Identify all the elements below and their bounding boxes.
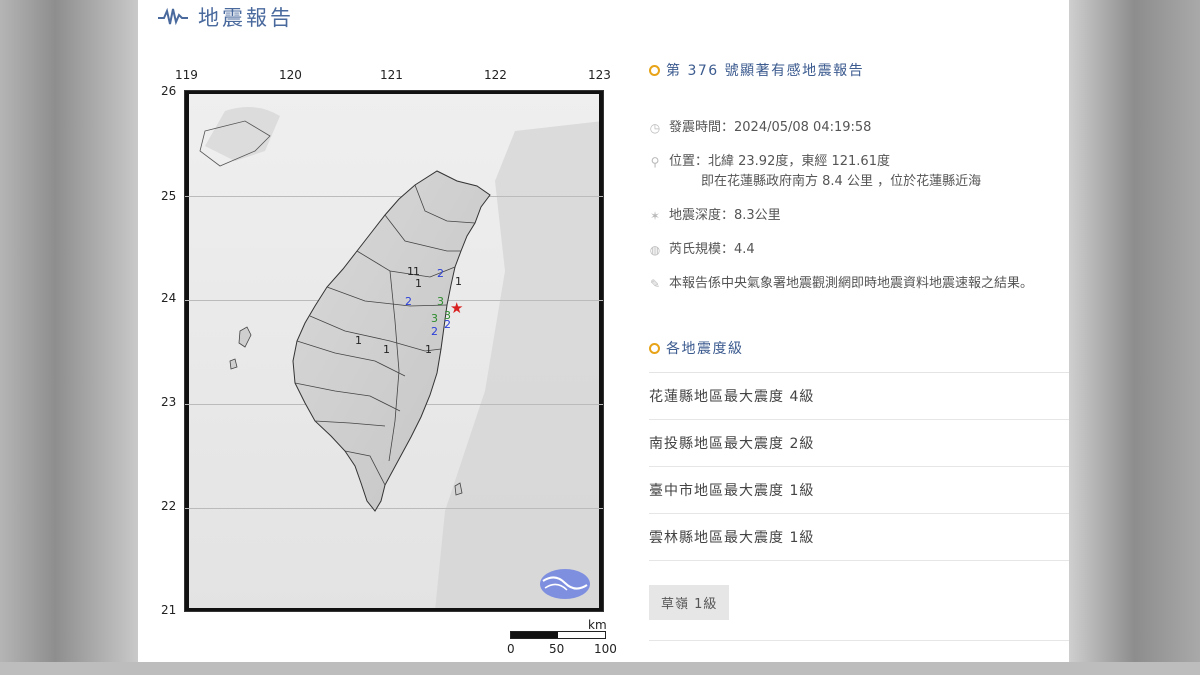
intensity-mark: 1 bbox=[355, 334, 362, 347]
background-left bbox=[0, 0, 138, 675]
star-icon: ✶ bbox=[649, 209, 661, 223]
pencil-icon: ✎ bbox=[649, 277, 661, 291]
intensity-row[interactable]: 臺中市地區最大震度 1級 bbox=[649, 467, 1069, 514]
intensity-mark: 1 bbox=[415, 277, 422, 290]
location-line-1: 位置：北緯 23.92度，東經 121.61度 bbox=[669, 154, 890, 169]
scale-tick-0: 0 bbox=[507, 642, 515, 656]
scale-tick-50: 50 bbox=[549, 642, 565, 656]
lat-label-22: 22 bbox=[161, 499, 177, 513]
lon-label-119: 119 bbox=[175, 68, 198, 82]
lon-label-122: 122 bbox=[484, 68, 507, 82]
lon-label-123: 123 bbox=[588, 68, 611, 82]
intensity-mark: 1 bbox=[455, 275, 462, 288]
gauge-icon: ◍ bbox=[649, 243, 661, 257]
location-pin-icon: ⚲ bbox=[650, 155, 660, 169]
intensity-mark: 2 bbox=[431, 325, 438, 338]
station-chip[interactable]: 草嶺 1級 bbox=[649, 585, 730, 620]
earthquake-map: 119 120 121 122 123 26 25 24 23 22 21 1 … bbox=[158, 68, 628, 658]
lat-label-25: 25 bbox=[161, 189, 177, 203]
info-depth: ✶ 地震深度：8.3公里 bbox=[649, 208, 781, 223]
page-title-text: 地震報告 bbox=[198, 6, 294, 30]
info-time: ◷ 發震時間：2024/05/08 04:19:58 bbox=[649, 120, 872, 135]
bullet-dot-icon bbox=[649, 342, 660, 354]
info-note: ✎ 本報告係中央氣象署地震觀測網即時地震資料地震速報之結果。 bbox=[649, 276, 1034, 291]
page-title: 地震報告 bbox=[158, 2, 294, 32]
info-location: ⚲ 位置：北緯 23.92度，東經 121.61度 即在花蓮縣政府南方 8.4 … bbox=[649, 152, 1069, 192]
background-bottom bbox=[0, 662, 1200, 675]
intensity-mark: 1 bbox=[425, 343, 432, 356]
scale-tick-100: 100 bbox=[594, 642, 617, 656]
lat-label-24: 24 bbox=[161, 291, 177, 305]
scale-unit: km bbox=[588, 618, 607, 632]
bullet-dot-icon bbox=[649, 64, 660, 76]
location-line-2: 即在花蓮縣政府南方 8.4 公里 ，位於花蓮縣近海 bbox=[701, 174, 982, 189]
lon-label-121: 121 bbox=[380, 68, 403, 82]
clock-icon: ◷ bbox=[649, 121, 661, 135]
intensity-section-title: 各地震度級 bbox=[649, 338, 1069, 373]
taiwan-map: 1 1 2 1 1 2 3 3 3 2 2 1 1 1 ★ bbox=[185, 91, 603, 611]
lon-label-120: 120 bbox=[279, 68, 302, 82]
intensity-row[interactable]: 南投縣地區最大震度 2級 bbox=[649, 420, 1069, 467]
scale-bar bbox=[510, 631, 606, 639]
intensity-mark: 3 bbox=[437, 295, 444, 308]
info-list: ◷ 發震時間：2024/05/08 04:19:58 ⚲ 位置：北緯 23.92… bbox=[649, 118, 1069, 294]
map-frame: 1 1 2 1 1 2 3 3 3 2 2 1 1 1 ★ bbox=[184, 90, 604, 612]
station-chip-area: 草嶺 1級 bbox=[649, 561, 1069, 641]
intensity-row[interactable]: 花蓮縣地區最大震度 4級 bbox=[649, 373, 1069, 420]
report-details: 第 376 號顯著有感地震報告 ◷ 發震時間：2024/05/08 04:19:… bbox=[649, 60, 1069, 641]
cwa-logo-icon bbox=[540, 569, 590, 599]
report-title-text: 第 376 號顯著有感地震報告 bbox=[666, 63, 865, 79]
intensity-mark: 2 bbox=[437, 267, 444, 280]
lat-label-23: 23 bbox=[161, 395, 177, 409]
seismograph-icon bbox=[158, 7, 188, 26]
intensity-mark: 2 bbox=[444, 318, 451, 331]
scale-segment-filled bbox=[511, 632, 558, 638]
intensity-mark: 1 bbox=[413, 265, 420, 278]
intensity-mark: 1 bbox=[383, 343, 390, 356]
intensity-mark: 2 bbox=[405, 295, 412, 308]
epicenter-star-icon: ★ bbox=[450, 299, 463, 317]
info-magnitude: ◍ 芮氏規模：4.4 bbox=[649, 242, 755, 257]
report-panel: 地震報告 119 120 121 122 123 26 25 24 23 22 … bbox=[138, 0, 1069, 662]
report-title: 第 376 號顯著有感地震報告 bbox=[649, 60, 1069, 80]
intensity-row[interactable]: 雲林縣地區最大震度 1級 bbox=[649, 514, 1069, 561]
lat-label-21: 21 bbox=[161, 603, 177, 617]
intensity-mark: 3 bbox=[431, 312, 438, 325]
lat-label-26: 26 bbox=[161, 84, 177, 98]
background-right bbox=[1069, 0, 1200, 675]
